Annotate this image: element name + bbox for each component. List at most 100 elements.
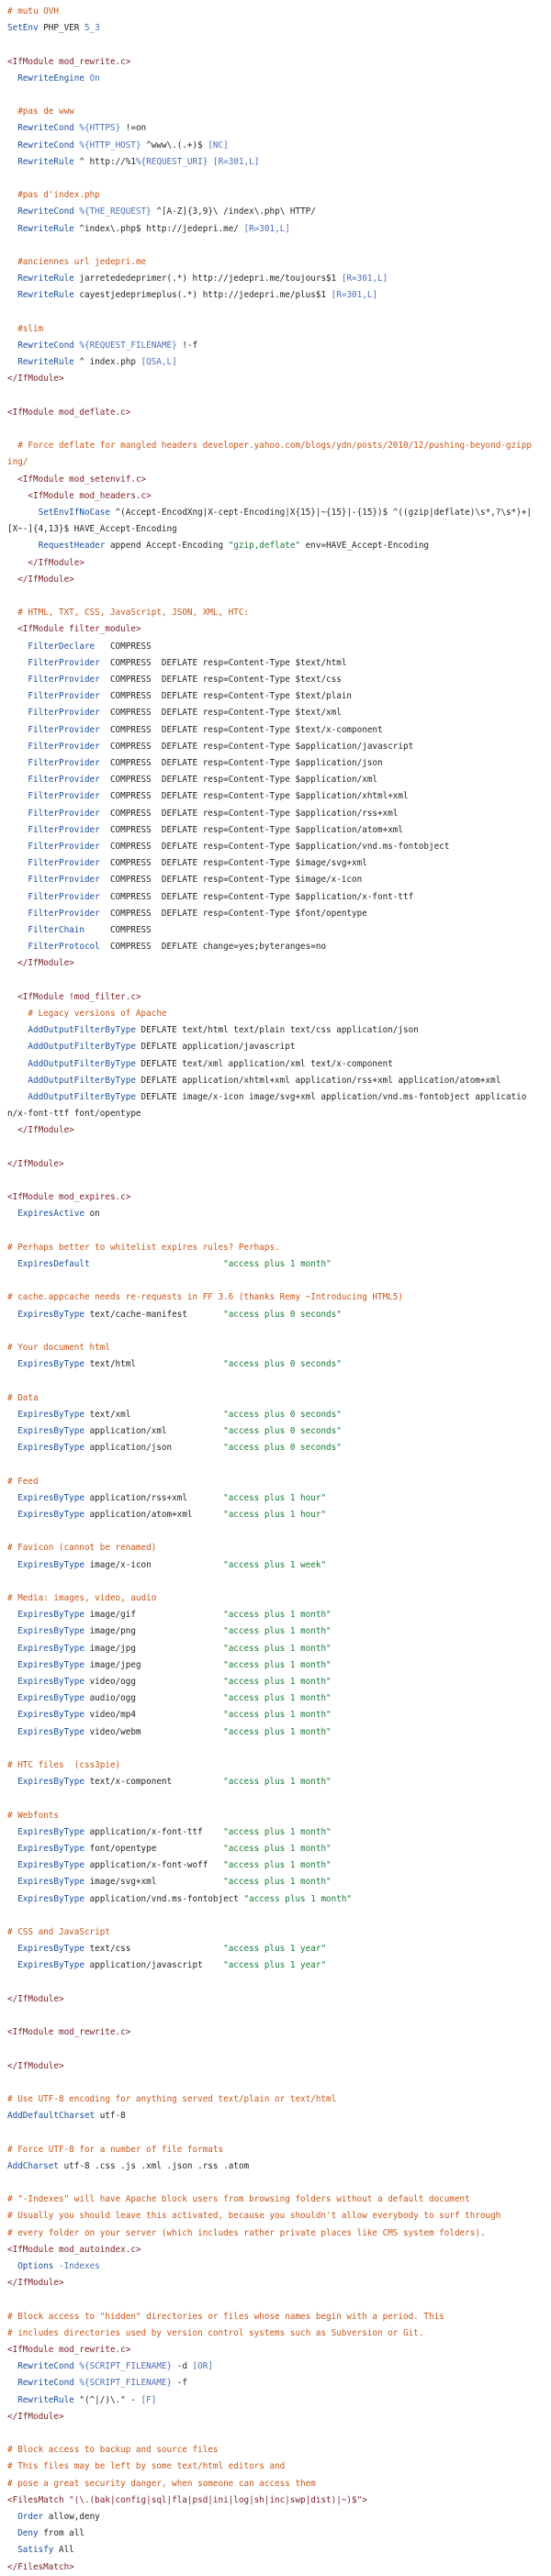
code-directive: RewriteEngine (7, 72, 84, 84)
code-section-tag: <IfModule !mod_filter.c> (7, 991, 141, 1002)
code-text: env=HAVE_Accept-Encoding (300, 541, 430, 552)
code-line: ExpiresByType application/x-font-woff "a… (7, 1857, 534, 1874)
code-line: FilterProvider COMPRESS DEFLATE resp=Con… (7, 839, 534, 855)
code-variable: %{HTTPS} (79, 123, 121, 134)
code-text: COMPRESS DEFLATE resp=Content-Type $appl… (99, 842, 450, 853)
code-line: ExpiresByType image/jpeg "access plus 1 … (7, 1657, 534, 1674)
code-directive: ExpiresByType (7, 1610, 84, 1621)
code-section-tag: </IfModule> (7, 574, 74, 585)
code-line: # Media: images, video, audio (7, 1590, 534, 1607)
code-directive: ExpiresActive (7, 1209, 84, 1220)
code-line: ExpiresByType application/xml "access pl… (7, 1423, 534, 1440)
code-directive: ExpiresByType (7, 1359, 84, 1370)
code-line: Order allow,deny (7, 2509, 534, 2526)
code-directive: RewriteRule (7, 357, 74, 368)
code-text: application/javascript (84, 1960, 224, 1971)
code-variable: [QSA,L] (141, 357, 177, 368)
code-text: DEFLATE application/javascript (135, 1042, 296, 1053)
code-section-tag: <IfModule mod_autoindex.c> (7, 2244, 141, 2255)
code-string: "access plus 1 month" (223, 1710, 332, 1721)
code-line: ExpiresByType font/opentype "access plus… (7, 1841, 534, 1857)
code-line: ExpiresByType text/x-component "access p… (7, 1774, 534, 1790)
code-string: "access plus 1 month" (223, 1659, 332, 1670)
code-line: # Block access to "hidden" directories o… (7, 2309, 534, 2325)
code-text: ^ index.php (73, 357, 141, 368)
code-text: COMPRESS DEFLATE resp=Content-Type $appl… (99, 891, 414, 902)
code-line: FilterProvider COMPRESS DEFLATE resp=Con… (7, 889, 534, 906)
code-directive: FilterProvider (7, 708, 100, 719)
code-directive: Deny (7, 2528, 39, 2539)
code-text: image/jpeg (84, 1659, 224, 1670)
code-directive: RewriteRule (7, 156, 74, 167)
code-text: application/vnd.ms-fontobject (84, 1893, 244, 1904)
code-line: ExpiresByType audio/ogg "access plus 1 m… (7, 1690, 534, 1707)
code-comment: #pas de www (7, 106, 74, 117)
code-variable: -Indexes (53, 2261, 100, 2271)
code-directive: ExpiresByType (7, 1643, 84, 1654)
code-line: RewriteCond %{THE_REQUEST} ^[A-Z]{3,9}\ … (7, 204, 534, 220)
code-text: DEFLATE application/xhtml+xml applicatio… (135, 1075, 501, 1086)
code-line: ExpiresByType application/json "access p… (7, 1440, 534, 1456)
code-line: <FilesMatch "(\.(bak|config|sql|fla|psd|… (7, 2492, 534, 2509)
code-line: FilterProvider COMPRESS DEFLATE resp=Con… (7, 688, 534, 705)
code-text: application/x-font-woff (84, 1860, 224, 1871)
code-text: audio/ogg (84, 1693, 224, 1704)
code-directive: RewriteCond (7, 206, 74, 217)
code-section-tag: </IfModule> (7, 2411, 64, 2422)
code-line: ExpiresByType application/x-font-ttf "ac… (7, 1824, 534, 1841)
code-string: "gzip,deflate" (228, 541, 301, 552)
code-text: on (84, 1209, 100, 1220)
code-string: "access plus 1 month" (223, 1693, 332, 1704)
code-line: # Feed (7, 1474, 534, 1490)
code-text: application/xml (84, 1426, 224, 1437)
code-comment: # Data (7, 1392, 39, 1403)
code-comment: # This files may be left by some text/ht… (7, 2461, 286, 2472)
code-text: video/mp4 (84, 1710, 224, 1721)
code-text: image/jpg (84, 1643, 224, 1654)
code-line: ExpiresByType video/ogg "access plus 1 m… (7, 1674, 534, 1690)
code-string: "access plus 1 month" (223, 1726, 332, 1737)
code-directive: AddOutputFilterByType (7, 1058, 136, 1069)
code-comment: #pas d'index.php (7, 190, 100, 201)
code-directive: ExpiresByType (7, 1626, 84, 1637)
code-variable: [R=301,L] (212, 156, 260, 167)
code-section-tag: <IfModule mod_expires.c> (7, 1192, 131, 1203)
code-line: </FilesMatch> (7, 2559, 534, 2576)
code-section-tag: <IfModule mod_setenvif.c> (7, 474, 147, 485)
code-text: ^ http://%1 (73, 156, 136, 167)
code-text: application/x-font-ttf (84, 1826, 224, 1837)
code-line: <IfModule filter_module> (7, 621, 534, 638)
code-directive: RewriteCond (7, 2378, 74, 2389)
code-section-tag: </IfModule> (7, 1125, 74, 1136)
code-line: RewriteRule jarretededeprimer(.*) http:/… (7, 271, 534, 287)
code-text: COMPRESS DEFLATE resp=Content-Type $imag… (99, 875, 363, 886)
code-line: # Use UTF-8 encoding for anything served… (7, 2091, 534, 2108)
code-directive: RewriteRule (7, 273, 74, 284)
code-line: # "-Indexes" will have Apache block user… (7, 2191, 534, 2208)
code-directive: ExpiresByType (7, 1893, 84, 1904)
code-line: # Perhaps better to whitelist expires ru… (7, 1240, 534, 1256)
code-variable: %{REQUEST_URI} (135, 156, 208, 167)
code-directive: FilterProvider (7, 908, 100, 919)
code-directive: Options (7, 2261, 54, 2271)
code-string: "access plus 1 month" (223, 1844, 332, 1855)
code-comment: # Force UTF-8 for a number of file forma… (7, 2144, 224, 2155)
code-line: FilterDeclare COMPRESS (7, 639, 534, 655)
code-directive: FilterProvider (7, 691, 100, 702)
code-string: "access plus 1 hour" (223, 1492, 327, 1503)
code-directive: SetEnv (7, 23, 39, 34)
code-comment: # includes directories used by version c… (7, 2327, 424, 2338)
code-text: image/svg+xml (84, 1877, 224, 1888)
code-text: COMPRESS DEFLATE resp=Content-Type $text… (99, 675, 342, 685)
code-variable: %{THE_REQUEST} (79, 206, 152, 217)
code-variable: [F] (141, 2394, 157, 2405)
